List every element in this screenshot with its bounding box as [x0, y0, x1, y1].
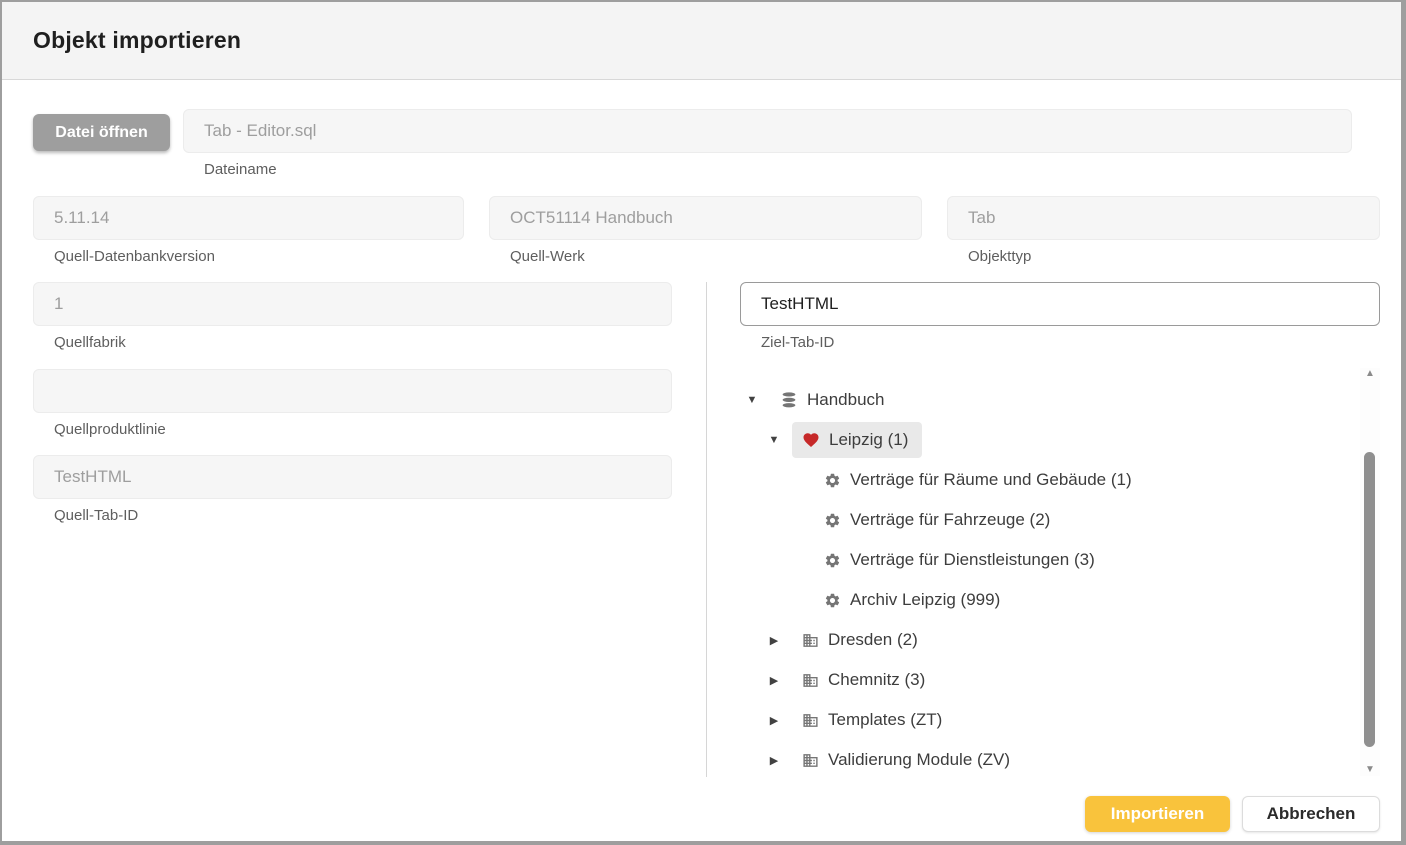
tree-item-content[interactable]: Chemnitz (3): [792, 662, 939, 698]
source-factory-label: Quellfabrik: [54, 334, 672, 351]
form-tree-divider: [706, 282, 707, 777]
gear-icon: [824, 592, 841, 609]
tree-item-label: Templates (ZT): [828, 710, 942, 730]
tree-item-templates[interactable]: ▶ Templates (ZT): [740, 700, 1356, 740]
tree-item-content[interactable]: Verträge für Dienstleistungen (3): [814, 542, 1109, 578]
gear-icon: [824, 472, 841, 489]
source-tab-id-group: Quell-Tab-ID: [33, 455, 672, 524]
tree-item-label: Verträge für Räume und Gebäude (1): [850, 470, 1132, 490]
database-icon: [780, 391, 798, 409]
tree-item-leipzig[interactable]: ▼ Leipzig (1): [740, 420, 1356, 460]
tree-item-content[interactable]: Dresden (2): [792, 622, 932, 658]
tree-item-label: Dresden (2): [828, 630, 918, 650]
source-factory-group: Quellfabrik: [33, 282, 672, 351]
target-tab-id-group: Ziel-Tab-ID: [740, 282, 1380, 351]
tree-item-content[interactable]: Verträge für Räume und Gebäude (1): [814, 462, 1146, 498]
import-dialog: Objekt importieren Datei öffnen Dateinam…: [0, 0, 1406, 845]
chevron-right-icon[interactable]: ▶: [766, 714, 782, 727]
source-product-line-input[interactable]: [33, 369, 672, 413]
dialog-header: Objekt importieren: [2, 2, 1401, 80]
tree-item-content-selected[interactable]: Leipzig (1): [792, 422, 922, 458]
source-product-line-label: Quellproduktlinie: [54, 421, 672, 438]
source-db-version-label: Quell-Datenbankversion: [54, 248, 464, 265]
open-file-button[interactable]: Datei öffnen: [33, 114, 170, 151]
tree-item-vertraege-raeume[interactable]: Verträge für Räume und Gebäude (1): [740, 460, 1356, 500]
building-icon: [802, 712, 819, 729]
target-tab-id-input[interactable]: [740, 282, 1380, 326]
chevron-right-icon[interactable]: ▶: [766, 634, 782, 647]
object-tree: ▼ Handbuch ▼ Leipzig (1) Verträge für Rä…: [740, 380, 1356, 780]
chevron-right-icon[interactable]: ▶: [766, 674, 782, 687]
tree-item-content[interactable]: Templates (ZT): [792, 702, 956, 738]
filename-label: Dateiname: [204, 161, 1352, 178]
import-button[interactable]: Importieren: [1085, 796, 1230, 832]
source-tab-id-label: Quell-Tab-ID: [54, 507, 672, 524]
building-icon: [802, 752, 819, 769]
tree-item-content[interactable]: Archiv Leipzig (999): [814, 582, 1014, 618]
tree-item-content[interactable]: Validierung Module (ZV): [792, 742, 1024, 778]
tree-item-label: Archiv Leipzig (999): [850, 590, 1000, 610]
tree-item-handbuch[interactable]: ▼ Handbuch: [740, 380, 1356, 420]
tree-item-vertraege-fahrzeuge[interactable]: Verträge für Fahrzeuge (2): [740, 500, 1356, 540]
scrollbar-thumb[interactable]: [1364, 452, 1375, 747]
chevron-right-icon[interactable]: ▶: [766, 754, 782, 767]
source-db-version-group: Quell-Datenbankversion: [33, 196, 464, 265]
tree-item-label: Handbuch: [807, 390, 885, 410]
heart-icon: [802, 431, 820, 449]
tree-item-validierung-module[interactable]: ▶ Validierung Module (ZV): [740, 740, 1356, 780]
chevron-down-icon[interactable]: ▼: [744, 394, 760, 406]
source-tab-id-input[interactable]: [33, 455, 672, 499]
tree-item-dresden[interactable]: ▶ Dresden (2): [740, 620, 1356, 660]
source-plant-group: Quell-Werk: [489, 196, 922, 265]
filename-field-group: Dateiname: [183, 109, 1352, 178]
scroll-down-icon[interactable]: ▼: [1365, 764, 1375, 776]
object-type-input[interactable]: [947, 196, 1380, 240]
tree-item-chemnitz[interactable]: ▶ Chemnitz (3): [740, 660, 1356, 700]
chevron-down-icon[interactable]: ▼: [766, 434, 782, 446]
tree-item-vertraege-dienstleistungen[interactable]: Verträge für Dienstleistungen (3): [740, 540, 1356, 580]
dialog-title: Objekt importieren: [33, 27, 241, 54]
tree-item-content[interactable]: Handbuch: [770, 382, 899, 418]
source-factory-input[interactable]: [33, 282, 672, 326]
tree-item-content[interactable]: Verträge für Fahrzeuge (2): [814, 502, 1064, 538]
building-icon: [802, 672, 819, 689]
source-plant-label: Quell-Werk: [510, 248, 922, 265]
gear-icon: [824, 552, 841, 569]
tree-item-label: Verträge für Dienstleistungen (3): [850, 550, 1095, 570]
tree-item-label: Verträge für Fahrzeuge (2): [850, 510, 1050, 530]
scroll-up-icon[interactable]: ▲: [1365, 368, 1375, 380]
target-tab-id-label: Ziel-Tab-ID: [761, 334, 1380, 351]
gear-icon: [824, 512, 841, 529]
building-icon: [802, 632, 819, 649]
object-type-label: Objekttyp: [968, 248, 1380, 265]
cancel-button[interactable]: Abbrechen: [1242, 796, 1380, 832]
object-type-group: Objekttyp: [947, 196, 1380, 265]
tree-item-label: Validierung Module (ZV): [828, 750, 1010, 770]
source-db-version-input[interactable]: [33, 196, 464, 240]
tree-item-label: Chemnitz (3): [828, 670, 925, 690]
tree-item-archiv-leipzig[interactable]: Archiv Leipzig (999): [740, 580, 1356, 620]
tree-item-label: Leipzig (1): [829, 430, 908, 450]
source-product-line-group: Quellproduktlinie: [33, 369, 672, 438]
tree-scrollbar[interactable]: ▲ ▼: [1360, 368, 1380, 776]
source-plant-input[interactable]: [489, 196, 922, 240]
filename-input[interactable]: [183, 109, 1352, 153]
